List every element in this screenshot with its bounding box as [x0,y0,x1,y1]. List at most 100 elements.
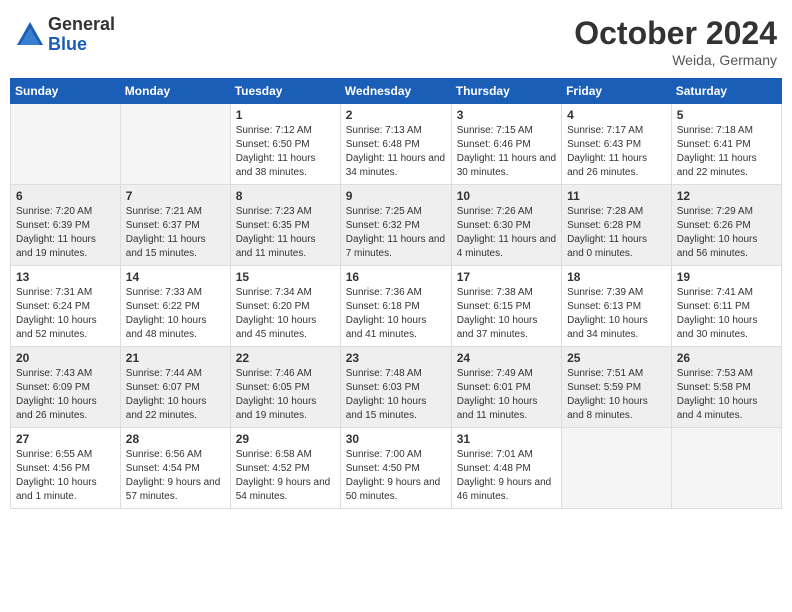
day-number: 12 [677,189,776,203]
day-detail: Sunrise: 7:31 AM Sunset: 6:24 PM Dayligh… [16,286,115,342]
day-number: 21 [126,351,225,365]
calendar-cell: 23Sunrise: 7:48 AM Sunset: 6:03 PM Dayli… [340,347,451,428]
calendar-cell: 5 Sunrise: 7:18 AM Sunset: 6:41 PM Daylig… [671,104,781,185]
day-detail: Sunrise: 7:49 AM Sunset: 6:01 PM Dayligh… [457,367,556,423]
calendar-cell [671,428,781,509]
calendar-cell [11,104,121,185]
calendar-week-row: 27Sunrise: 6:55 AM Sunset: 4:56 PM Dayli… [11,428,782,509]
calendar-week-row: 13 Sunrise: 7:31 AM Sunset: 6:24 PM Dayli… [11,266,782,347]
calendar-cell: 30Sunrise: 7:00 AM Sunset: 4:50 PM Dayli… [340,428,451,509]
day-detail: Sunrise: 7:23 AM Sunset: 6:35 PM Dayligh… [236,205,335,261]
day-detail: Sunrise: 7:13 AM Sunset: 6:48 PM Dayligh… [346,124,446,180]
day-detail: Sunrise: 7:18 AM Sunset: 6:41 PM Dayligh… [677,124,776,180]
day-number: 31 [457,432,556,446]
location-text: Weida, Germany [574,52,777,68]
day-number: 22 [236,351,335,365]
day-detail: Sunrise: 7:46 AM Sunset: 6:05 PM Dayligh… [236,367,335,423]
calendar-cell: 14 Sunrise: 7:33 AM Sunset: 6:22 PM Dayli… [120,266,230,347]
day-detail: Sunrise: 7:33 AM Sunset: 6:22 PM Dayligh… [126,286,225,342]
logo-icon [15,20,45,50]
weekday-header-row: SundayMondayTuesdayWednesdayThursdayFrid… [11,79,782,104]
weekday-header-saturday: Saturday [671,79,781,104]
day-detail: Sunrise: 7:39 AM Sunset: 6:13 PM Dayligh… [567,286,666,342]
calendar-cell: 28 Sunrise: 6:56 AM Sunset: 4:54 PM Dayli… [120,428,230,509]
day-number: 16 [346,270,446,284]
day-number: 15 [236,270,335,284]
page-header: General Blue October 2024 Weida, Germany [10,10,782,68]
day-detail: Sunrise: 7:53 AM Sunset: 5:58 PM Dayligh… [677,367,776,423]
calendar-cell: 18 Sunrise: 7:39 AM Sunset: 6:13 PM Dayli… [562,266,672,347]
calendar-cell: 16 Sunrise: 7:36 AM Sunset: 6:18 PM Dayli… [340,266,451,347]
day-detail: Sunrise: 7:15 AM Sunset: 6:46 PM Dayligh… [457,124,556,180]
calendar-cell: 27Sunrise: 6:55 AM Sunset: 4:56 PM Dayli… [11,428,121,509]
weekday-header-wednesday: Wednesday [340,79,451,104]
day-number: 9 [346,189,446,203]
calendar-cell: 20Sunrise: 7:43 AM Sunset: 6:09 PM Dayli… [11,347,121,428]
calendar-cell: 2 Sunrise: 7:13 AM Sunset: 6:48 PM Daylig… [340,104,451,185]
day-number: 4 [567,108,666,122]
day-detail: Sunrise: 7:36 AM Sunset: 6:18 PM Dayligh… [346,286,446,342]
calendar-cell [120,104,230,185]
weekday-header-monday: Monday [120,79,230,104]
day-detail: Sunrise: 7:51 AM Sunset: 5:59 PM Dayligh… [567,367,666,423]
day-number: 18 [567,270,666,284]
day-number: 20 [16,351,115,365]
calendar-cell: 6 Sunrise: 7:20 AM Sunset: 6:39 PM Daylig… [11,185,121,266]
logo: General Blue [15,15,115,55]
calendar-table: SundayMondayTuesdayWednesdayThursdayFrid… [10,78,782,509]
day-detail: Sunrise: 6:56 AM Sunset: 4:54 PM Dayligh… [126,448,225,504]
calendar-cell: 15 Sunrise: 7:34 AM Sunset: 6:20 PM Dayli… [230,266,340,347]
day-detail: Sunrise: 7:29 AM Sunset: 6:26 PM Dayligh… [677,205,776,261]
calendar-cell: 9 Sunrise: 7:25 AM Sunset: 6:32 PM Daylig… [340,185,451,266]
day-detail: Sunrise: 7:12 AM Sunset: 6:50 PM Dayligh… [236,124,335,180]
calendar-cell: 7Sunrise: 7:21 AM Sunset: 6:37 PM Daylig… [120,185,230,266]
calendar-cell: 4 Sunrise: 7:17 AM Sunset: 6:43 PM Daylig… [562,104,672,185]
calendar-cell [562,428,672,509]
calendar-cell: 25Sunrise: 7:51 AM Sunset: 5:59 PM Dayli… [562,347,672,428]
calendar-cell: 24 Sunrise: 7:49 AM Sunset: 6:01 PM Dayli… [451,347,561,428]
day-detail: Sunrise: 7:28 AM Sunset: 6:28 PM Dayligh… [567,205,666,261]
day-detail: Sunrise: 6:58 AM Sunset: 4:52 PM Dayligh… [236,448,335,504]
day-number: 1 [236,108,335,122]
day-number: 2 [346,108,446,122]
weekday-header-tuesday: Tuesday [230,79,340,104]
day-number: 7 [126,189,225,203]
calendar-cell: 29 Sunrise: 6:58 AM Sunset: 4:52 PM Dayli… [230,428,340,509]
day-number: 13 [16,270,115,284]
day-number: 29 [236,432,335,446]
day-number: 27 [16,432,115,446]
day-detail: Sunrise: 7:17 AM Sunset: 6:43 PM Dayligh… [567,124,666,180]
day-detail: Sunrise: 7:25 AM Sunset: 6:32 PM Dayligh… [346,205,446,261]
weekday-header-friday: Friday [562,79,672,104]
day-number: 14 [126,270,225,284]
calendar-cell: 31 Sunrise: 7:01 AM Sunset: 4:48 PM Dayli… [451,428,561,509]
logo-blue-text: Blue [48,35,115,55]
calendar-week-row: 6 Sunrise: 7:20 AM Sunset: 6:39 PM Daylig… [11,185,782,266]
day-number: 24 [457,351,556,365]
calendar-cell: 22 Sunrise: 7:46 AM Sunset: 6:05 PM Dayli… [230,347,340,428]
day-number: 19 [677,270,776,284]
calendar-week-row: 1 Sunrise: 7:12 AM Sunset: 6:50 PM Daylig… [11,104,782,185]
day-number: 23 [346,351,446,365]
calendar-cell: 13 Sunrise: 7:31 AM Sunset: 6:24 PM Dayli… [11,266,121,347]
calendar-week-row: 20Sunrise: 7:43 AM Sunset: 6:09 PM Dayli… [11,347,782,428]
day-number: 28 [126,432,225,446]
calendar-cell: 17Sunrise: 7:38 AM Sunset: 6:15 PM Dayli… [451,266,561,347]
day-number: 10 [457,189,556,203]
day-number: 6 [16,189,115,203]
calendar-cell: 1 Sunrise: 7:12 AM Sunset: 6:50 PM Daylig… [230,104,340,185]
calendar-cell: 10Sunrise: 7:26 AM Sunset: 6:30 PM Dayli… [451,185,561,266]
month-title: October 2024 [574,15,777,52]
calendar-cell: 19Sunrise: 7:41 AM Sunset: 6:11 PM Dayli… [671,266,781,347]
day-detail: Sunrise: 7:44 AM Sunset: 6:07 PM Dayligh… [126,367,225,423]
day-number: 26 [677,351,776,365]
calendar-cell: 26 Sunrise: 7:53 AM Sunset: 5:58 PM Dayli… [671,347,781,428]
day-number: 17 [457,270,556,284]
calendar-cell: 8Sunrise: 7:23 AM Sunset: 6:35 PM Daylig… [230,185,340,266]
weekday-header-thursday: Thursday [451,79,561,104]
day-number: 5 [677,108,776,122]
day-detail: Sunrise: 7:20 AM Sunset: 6:39 PM Dayligh… [16,205,115,261]
day-detail: Sunrise: 7:01 AM Sunset: 4:48 PM Dayligh… [457,448,556,504]
calendar-cell: 21 Sunrise: 7:44 AM Sunset: 6:07 PM Dayli… [120,347,230,428]
day-detail: Sunrise: 7:34 AM Sunset: 6:20 PM Dayligh… [236,286,335,342]
